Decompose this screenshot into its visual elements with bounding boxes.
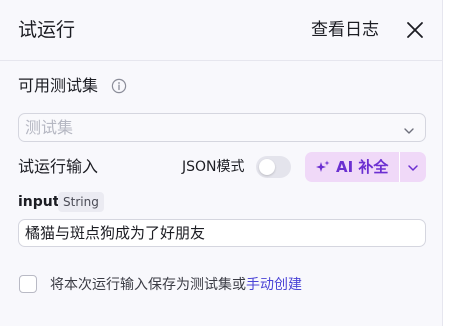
panel-title: 试运行 (18, 19, 76, 41)
run-input-label: 试运行输入 (18, 157, 99, 176)
manual-create-link[interactable]: 手动创建 (246, 277, 302, 293)
test-set-select[interactable]: 测试集 (18, 113, 426, 142)
json-mode-label: JSON模式 (182, 159, 245, 175)
sparkle-icon (315, 159, 331, 175)
panel-header: 试运行 查看日志 (0, 0, 443, 61)
toggle-knob (259, 159, 275, 175)
test-set-label: 可用测试集 (18, 76, 99, 95)
ai-complete-group: AI 补全 (305, 152, 426, 182)
info-icon[interactable] (111, 78, 127, 94)
param-type-badge: String (58, 192, 104, 212)
ai-complete-button[interactable]: AI 补全 (305, 152, 395, 182)
ai-options-dropdown[interactable] (400, 152, 426, 182)
close-icon[interactable] (405, 20, 425, 40)
param-value-input[interactable]: 橘猫与斑点狗成为了好朋友 (18, 219, 426, 247)
param-name: input (18, 194, 60, 210)
save-as-test-set-checkbox[interactable] (19, 275, 37, 293)
save-option-text: 将本次运行输入保存为测试集或 (50, 277, 246, 293)
view-log-button[interactable]: 查看日志 (311, 18, 379, 42)
test-set-placeholder: 测试集 (25, 118, 74, 137)
ai-complete-label: AI 补全 (336, 158, 389, 176)
chevron-down-icon (408, 165, 418, 171)
json-mode-toggle[interactable] (256, 156, 291, 178)
chevron-down-icon (403, 122, 415, 134)
test-run-panel: 试运行 查看日志 可用测试集 测试集 试运行输入 JSON模式 AI 补全 in… (0, 0, 443, 326)
save-option-label: 将本次运行输入保存为测试集或手动创建 (50, 275, 302, 295)
param-value-text: 橘猫与斑点狗成为了好朋友 (25, 224, 206, 242)
